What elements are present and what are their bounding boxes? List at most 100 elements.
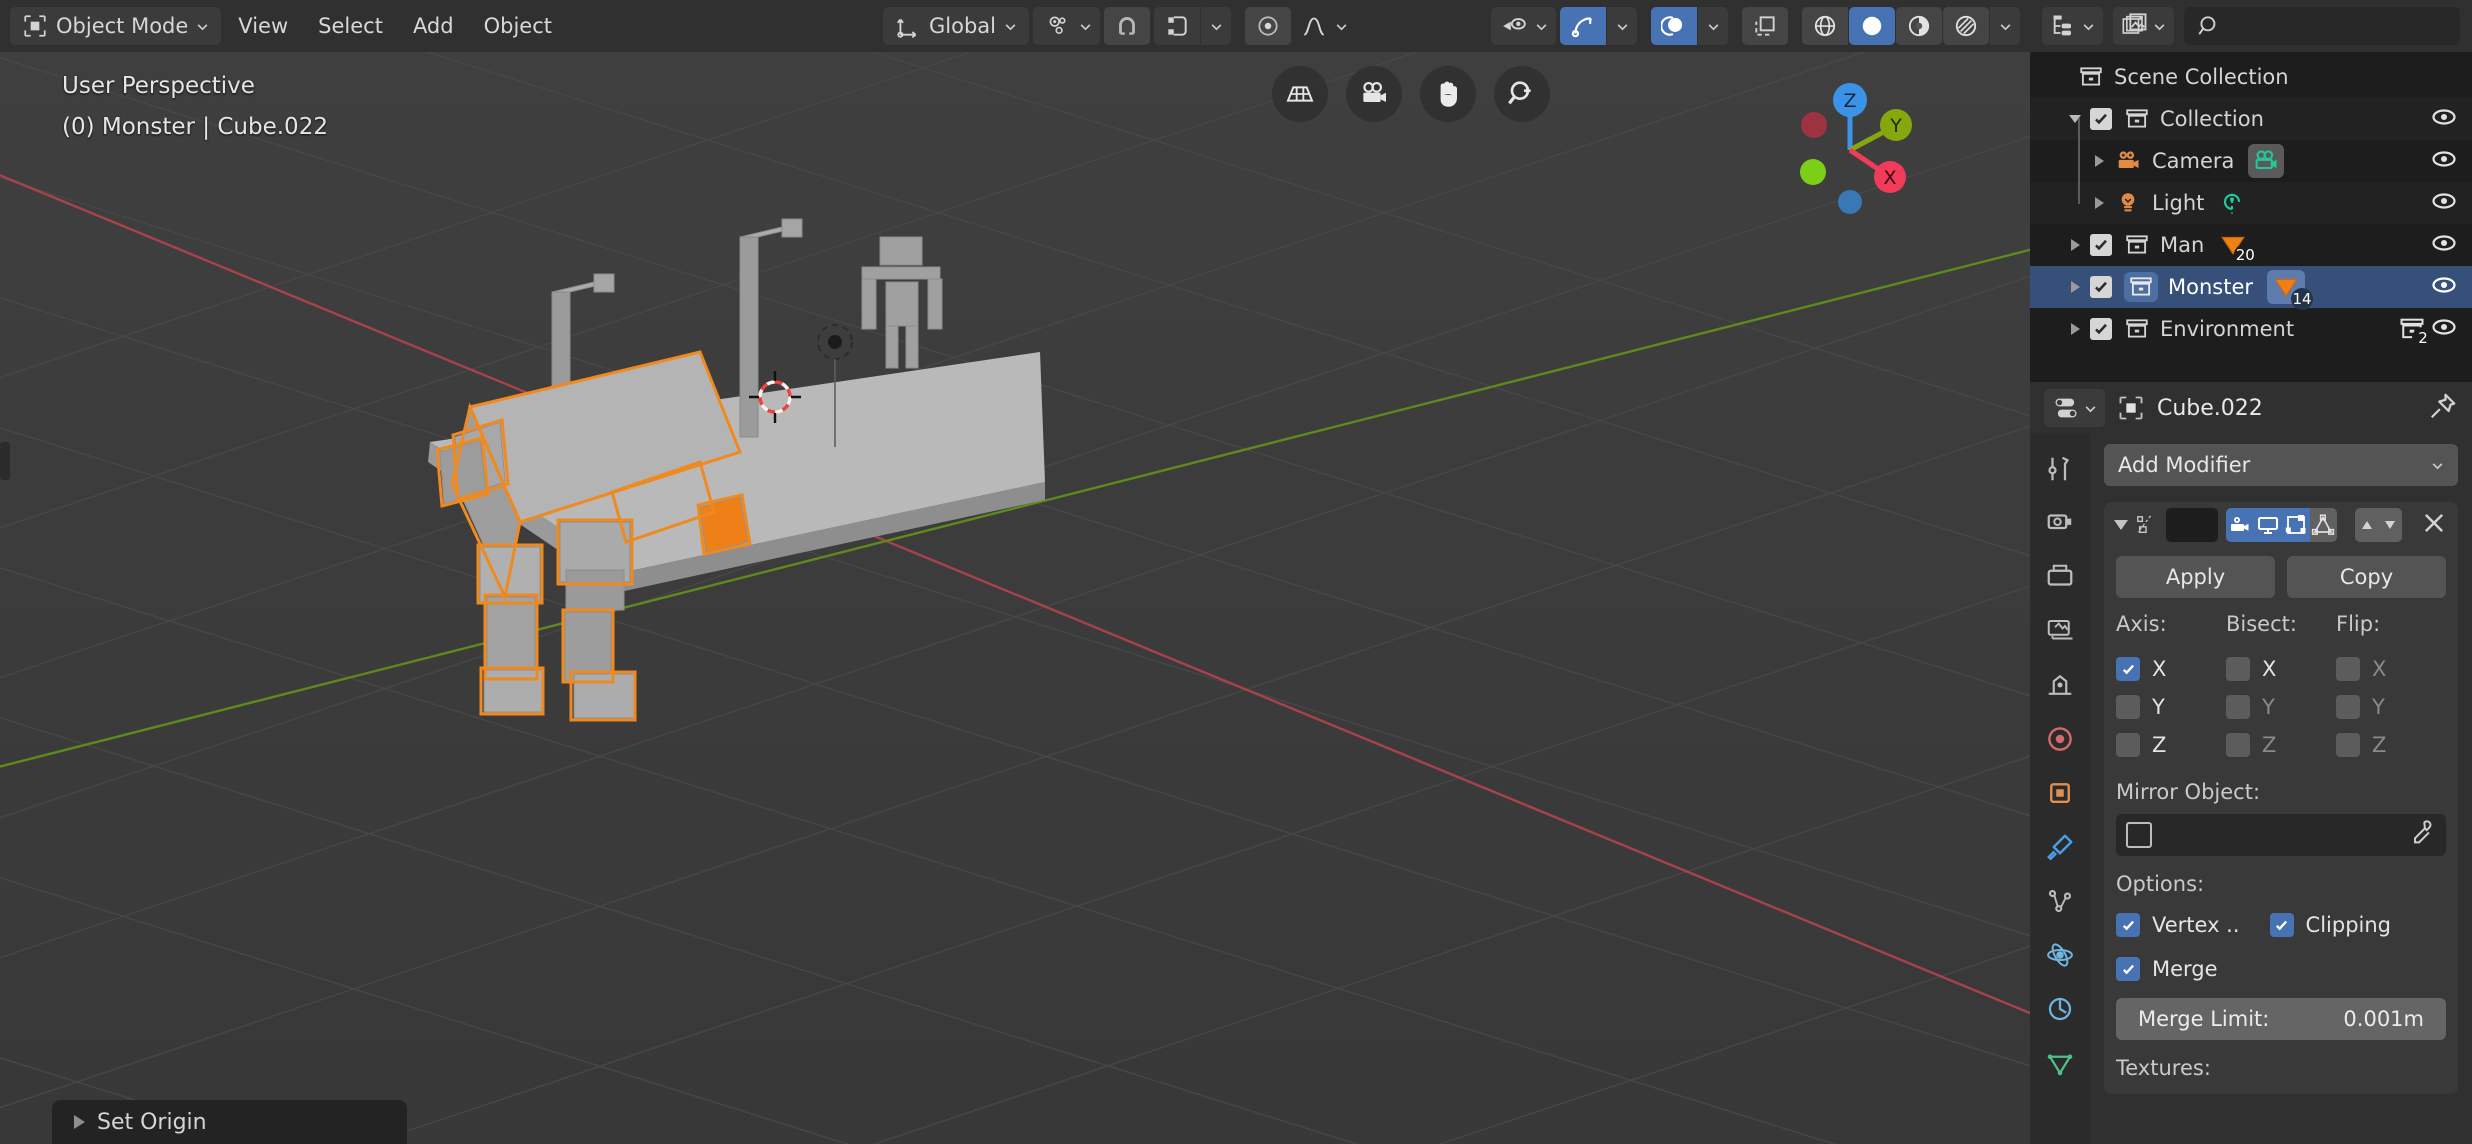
outliner-row-light[interactable]: Light [2030, 160, 2472, 224]
modifier-move-up-button[interactable] [2355, 508, 2379, 542]
shading-rendered-button[interactable] [1943, 7, 1989, 45]
modifier-oncage-toggle[interactable] [2309, 508, 2338, 542]
bisect-x-row[interactable]: X [2226, 650, 2336, 688]
bisect-y-row[interactable]: Y [2226, 688, 2336, 726]
monster-mesh-badge[interactable]: 14 [2267, 270, 2314, 310]
merge-limit-field[interactable]: Merge Limit: 0.001m [2116, 998, 2446, 1040]
shading-wireframe-button[interactable] [1802, 7, 1848, 45]
modifier-editmode-toggle[interactable] [2281, 508, 2310, 542]
outliner-row-scene-collection[interactable]: Scene Collection [2030, 56, 2472, 98]
bisect-z-checkbox[interactable] [2226, 733, 2250, 757]
transform-orientation-selector[interactable]: Global [883, 7, 1030, 45]
visibility-toggle-collection[interactable] [2430, 103, 2458, 136]
proportional-falloff-selector[interactable] [1295, 7, 1354, 45]
properties-editor-type-button[interactable] [2044, 389, 2105, 427]
flip-x-row[interactable]: X [2336, 650, 2446, 688]
axis-y-row[interactable]: Y [2116, 688, 2226, 726]
man-mesh-badge[interactable]: 20 [2218, 230, 2257, 266]
visibility-toggle-light[interactable] [2430, 187, 2458, 220]
bisect-x-checkbox[interactable] [2226, 657, 2250, 681]
menu-add[interactable]: Add [400, 14, 467, 38]
viewport-edge-handle[interactable] [0, 442, 10, 480]
visibility-toggle-camera[interactable] [2430, 145, 2458, 178]
grid-toggle-button[interactable] [1272, 66, 1328, 122]
menu-select[interactable]: Select [305, 14, 396, 38]
outliner-row-monster[interactable]: Monster 14 [2030, 266, 2472, 310]
menu-view[interactable]: View [225, 14, 301, 38]
bisect-z-row[interactable]: Z [2226, 726, 2336, 764]
navigation-axis-gizmo[interactable]: Z Y X [1780, 80, 1920, 220]
visibility-toggle-environment[interactable] [2430, 313, 2458, 346]
viewlayer-tab-button[interactable] [2043, 614, 2077, 648]
vertex-groups-row[interactable]: Vertex .. [2116, 906, 2240, 944]
modifier-move-down-button[interactable] [2378, 508, 2402, 542]
pivot-point-selector[interactable] [1033, 7, 1101, 45]
modifier-name-field[interactable] [2165, 508, 2219, 542]
shading-solid-button[interactable] [1849, 7, 1895, 45]
add-modifier-button[interactable]: Add Modifier [2104, 444, 2458, 486]
visibility-toggle-man[interactable] [2430, 229, 2458, 262]
tool-tab-button[interactable] [2043, 452, 2077, 486]
apply-button[interactable]: Apply [2116, 556, 2275, 598]
shading-dropdown[interactable] [1990, 7, 2020, 45]
axis-z-row[interactable]: Z [2116, 726, 2226, 764]
checkbox-man[interactable] [2090, 234, 2112, 256]
flip-z-row[interactable]: Z [2336, 726, 2446, 764]
outliner-row-man[interactable]: Man 20 [2030, 224, 2472, 266]
flip-y-row[interactable]: Y [2336, 688, 2446, 726]
checkbox-monster[interactable] [2090, 276, 2112, 298]
vertex-groups-checkbox[interactable] [2116, 913, 2140, 937]
axis-x-checkbox[interactable] [2116, 657, 2140, 681]
merge-checkbox[interactable] [2116, 957, 2140, 981]
disclosure-monster[interactable] [2060, 281, 2090, 293]
proportional-edit-toggle[interactable] [1245, 7, 1292, 45]
shading-material-preview-button[interactable] [1896, 7, 1942, 45]
gizmo-axis-neg-x[interactable] [1801, 112, 1827, 138]
gizmo-axis-neg-y[interactable] [1800, 159, 1826, 185]
axis-z-checkbox[interactable] [2116, 733, 2140, 757]
move-view-button[interactable] [1420, 66, 1476, 122]
mirror-object-field[interactable] [2116, 814, 2446, 856]
disclosure-collection[interactable] [2060, 115, 2090, 123]
snap-target-button[interactable] [1154, 7, 1201, 45]
clipping-row[interactable]: Clipping [2269, 906, 2391, 944]
overlays-dropdown[interactable] [1698, 7, 1728, 45]
constraints-tab-button[interactable] [2043, 992, 2077, 1026]
data-tab-button[interactable] [2043, 1046, 2077, 1080]
outliner-filter-button[interactable] [2113, 7, 2174, 45]
scene-tab-button[interactable] [2043, 668, 2077, 702]
disclosure-light[interactable] [2084, 197, 2114, 209]
mirror-modifier-header[interactable] [2104, 502, 2458, 548]
outliner-row-environment[interactable]: Environment 2 [2030, 308, 2472, 350]
gizmo-toggle[interactable] [1560, 7, 1606, 45]
chevron-down-icon[interactable] [2114, 520, 2128, 530]
operator-redo-panel[interactable]: Set Origin [52, 1100, 407, 1144]
checkbox-collection[interactable] [2090, 108, 2112, 130]
gizmo-dropdown[interactable] [1607, 7, 1637, 45]
flip-x-checkbox[interactable] [2336, 657, 2360, 681]
outliner-search-input[interactable] [2184, 7, 2460, 45]
snap-dropdown[interactable] [1201, 7, 1232, 45]
outliner-row-collection[interactable]: Collection [2030, 98, 2472, 140]
merge-row[interactable]: Merge [2116, 950, 2218, 988]
light-data-badge[interactable] [2218, 189, 2246, 217]
world-tab-button[interactable] [2043, 722, 2077, 756]
modifier-tab-button[interactable] [2043, 830, 2077, 864]
outliner-row-camera[interactable]: Camera [2030, 118, 2472, 182]
object-tab-button[interactable] [2043, 776, 2077, 810]
visibility-toggle-monster[interactable] [2430, 271, 2458, 304]
snap-magnet-toggle[interactable] [1104, 7, 1151, 45]
mode-selector[interactable]: Object Mode [10, 7, 222, 45]
overlays-toggle[interactable] [1651, 7, 1697, 45]
modifier-realtime-toggle[interactable] [2254, 508, 2282, 542]
eyedropper-button[interactable] [2408, 819, 2436, 851]
camera-view-button[interactable] [1346, 66, 1402, 122]
object-visibility-selector[interactable] [1491, 7, 1556, 45]
clipping-checkbox[interactable] [2269, 913, 2294, 937]
pin-button[interactable] [2428, 391, 2458, 425]
copy-button[interactable]: Copy [2287, 556, 2446, 598]
modifier-delete-button[interactable] [2420, 509, 2448, 541]
disclosure-camera[interactable] [2084, 155, 2114, 167]
menu-object[interactable]: Object [471, 14, 565, 38]
axis-y-checkbox[interactable] [2116, 695, 2140, 719]
